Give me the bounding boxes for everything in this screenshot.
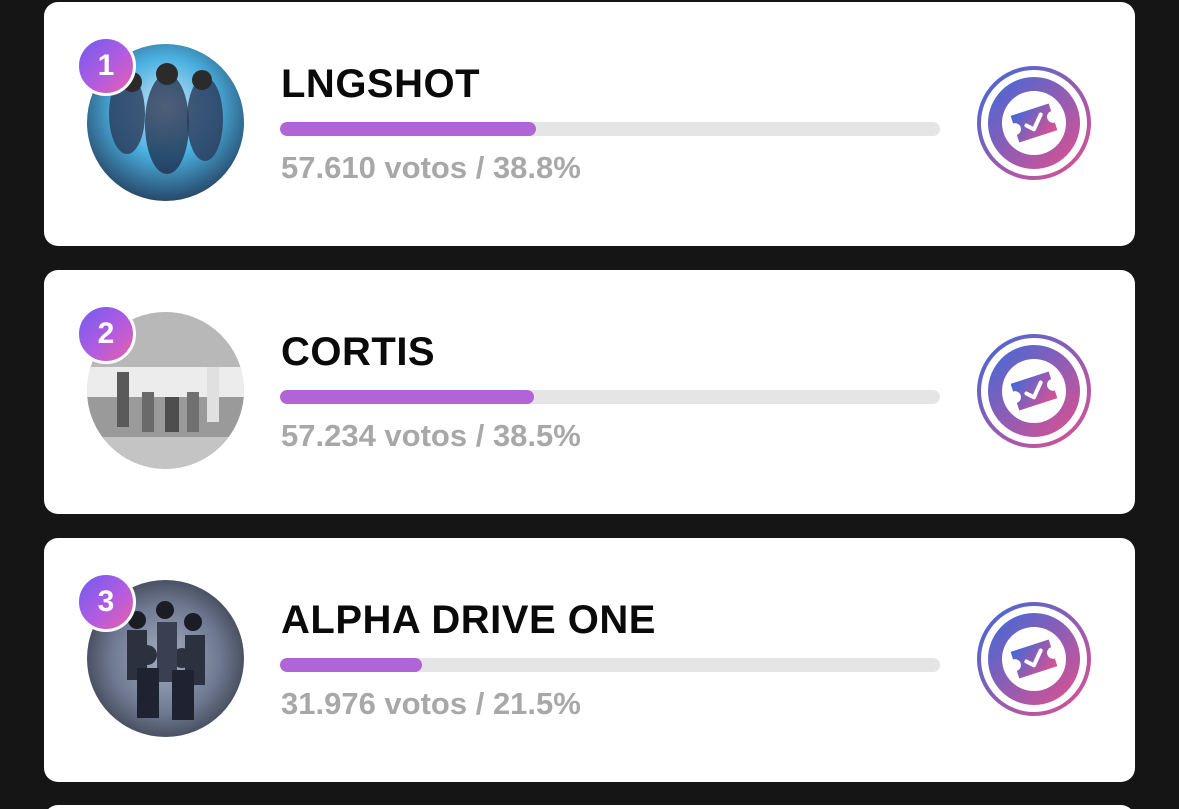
vote-button[interactable] [976, 65, 1092, 181]
vote-progress-bar [280, 658, 940, 672]
ranking-list: 1 LNGSHOT 57.610 votos / 38.8% 2 CORTIS … [0, 0, 1179, 809]
candidate-name: ALPHA DRIVE ONE [281, 598, 656, 642]
vote-ticket-icon [977, 66, 1091, 180]
vote-ticket-icon [977, 334, 1091, 448]
candidate-card: 2 CORTIS 57.234 votos / 38.5% [44, 270, 1135, 514]
candidate-card-partial [44, 805, 1135, 809]
rank-badge: 1 [76, 36, 136, 96]
vote-count: 57.234 votos / 38.5% [281, 418, 581, 453]
vote-progress-fill [280, 122, 537, 136]
vote-progress-bar [280, 122, 940, 136]
vote-progress-bar [280, 390, 940, 404]
candidate-card: 3 ALPHA DRIVE ONE 31.976 votos / 21.5% [44, 538, 1135, 782]
rank-badge: 3 [76, 572, 136, 632]
vote-count: 31.976 votos / 21.5% [281, 686, 581, 721]
vote-progress-fill [280, 390, 535, 404]
vote-ticket-icon [977, 602, 1091, 716]
vote-button[interactable] [976, 333, 1092, 449]
candidate-card: 1 LNGSHOT 57.610 votos / 38.8% [44, 2, 1135, 246]
vote-count: 57.610 votos / 38.8% [281, 150, 581, 185]
candidate-name: LNGSHOT [281, 62, 481, 106]
vote-button[interactable] [976, 601, 1092, 717]
vote-progress-fill [280, 658, 422, 672]
candidate-name: CORTIS [281, 330, 436, 374]
rank-badge: 2 [76, 304, 136, 364]
